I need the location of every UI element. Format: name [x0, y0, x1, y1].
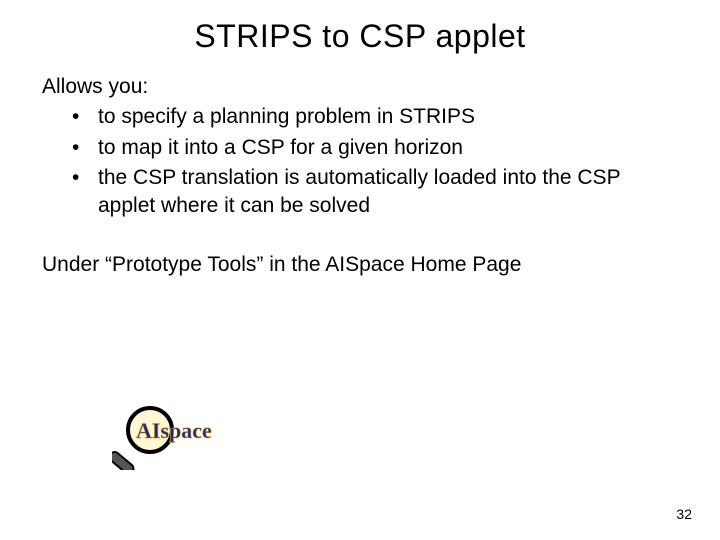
bullet-text: the CSP translation is automatically loa…	[98, 166, 620, 217]
bullet-list: to specify a planning problem in STRIPS …	[42, 103, 678, 220]
bullet-item: to map it into a CSP for a given horizon	[72, 134, 678, 162]
aispace-logo: AIspace	[112, 400, 262, 475]
under-line: Under “Prototype Tools” in the AISpace H…	[42, 251, 678, 279]
slide-body: Allows you: to specify a planning proble…	[0, 55, 720, 279]
intro-line: Allows you:	[42, 73, 678, 101]
bullet-item: the CSP translation is automatically loa…	[72, 164, 678, 221]
slide-title: STRIPS to CSP applet	[0, 0, 720, 55]
page-number: 32	[676, 506, 692, 522]
logo-text: AIspace	[136, 418, 212, 443]
magnifying-glass-icon: AIspace	[112, 400, 262, 470]
slide: STRIPS to CSP applet Allows you: to spec…	[0, 0, 720, 540]
bullet-item: to specify a planning problem in STRIPS	[72, 103, 678, 131]
